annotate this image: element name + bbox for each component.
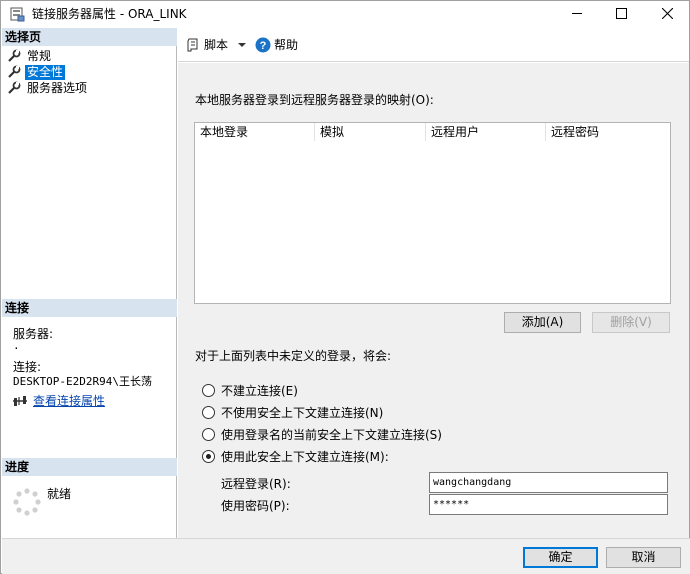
svg-text:?: ? (260, 40, 267, 52)
remote-login-label: 远程登录(R): (221, 477, 291, 491)
radio-circle[interactable] (202, 428, 215, 441)
radio-label: 使用此安全上下文建立连接(M): (221, 450, 389, 464)
window-title: 链接服务器属性 - ORA_LINK (32, 7, 187, 21)
maximize-icon (615, 7, 627, 19)
radio-current-security-context[interactable]: 使用登录名的当前安全上下文建立连接(S) (202, 426, 442, 443)
wrench-icon (8, 49, 21, 62)
page-item-label: 常规 (27, 48, 52, 63)
script-label: 脚本 (204, 38, 229, 52)
grid-header: 本地登录 模拟 远程用户 远程密码 (195, 123, 670, 141)
grid-col-local-login[interactable]: 本地登录 (195, 123, 315, 141)
script-button[interactable]: 脚本 (185, 36, 248, 53)
radio-circle[interactable] (202, 406, 215, 419)
view-connection-properties-link[interactable]: 查看连接属性 (33, 392, 105, 409)
password-label: 使用密码(P): (221, 499, 290, 513)
page-item-label: 服务器选项 (27, 80, 88, 95)
delete-button[interactable]: 删除(V) (592, 312, 670, 333)
radio-circle[interactable] (202, 384, 215, 397)
remote-login-input[interactable]: wangchangdang (429, 472, 668, 493)
wrench-icon (8, 65, 21, 78)
radio-this-security-context[interactable]: 使用此安全上下文建立连接(M): (202, 448, 389, 465)
wrench-icon (8, 81, 21, 94)
title-bar: 链接服务器属性 - ORA_LINK (1, 1, 689, 28)
select-page-header: 选择页 (2, 28, 177, 46)
view-connection-properties[interactable]: 查看连接属性 (12, 392, 105, 409)
page-item-security[interactable]: 安全性 (7, 64, 66, 80)
cancel-button[interactable]: 取消 (606, 547, 681, 568)
page-item-server-options[interactable]: 服务器选项 (7, 80, 89, 96)
minimize-button[interactable] (554, 1, 600, 25)
undefined-logins-label: 对于上面列表中未定义的登录，将会: (195, 349, 392, 363)
password-input[interactable]: ****** (429, 494, 668, 515)
close-button[interactable] (644, 1, 690, 25)
help-button[interactable]: ? 帮助 (255, 36, 298, 53)
mapping-label: 本地服务器登录到远程服务器登录的映射(O): (195, 93, 434, 107)
maximize-button[interactable] (598, 1, 644, 25)
toolbar: 脚本 ? 帮助 (178, 28, 689, 62)
page-item-label: 安全性 (25, 64, 66, 80)
grid-col-remote-password[interactable]: 远程密码 (546, 123, 670, 141)
radio-circle-checked[interactable] (202, 450, 215, 463)
chevron-down-icon[interactable] (236, 40, 248, 50)
footer-bar: 确定 取消 (2, 538, 690, 574)
minimize-icon (572, 13, 582, 14)
help-label: 帮助 (274, 38, 299, 52)
ok-button[interactable]: 确定 (523, 547, 598, 568)
radio-label: 不使用安全上下文建立连接(N) (221, 406, 384, 420)
connection-header: 连接 (2, 299, 177, 317)
grid-col-impersonate[interactable]: 模拟 (315, 123, 426, 141)
close-icon (661, 7, 673, 19)
security-page-content: 本地服务器登录到远程服务器登录的映射(O): 本地登录 模拟 远程用户 远程密码… (178, 63, 689, 538)
radio-not-be-made[interactable]: 不建立连接(E) (202, 382, 298, 399)
add-button[interactable]: 添加(A) (504, 312, 581, 333)
server-value: . (13, 339, 20, 352)
progress-header: 进度 (2, 458, 177, 476)
progress-status: 就绪 (47, 487, 72, 501)
grid-col-remote-user[interactable]: 远程用户 (426, 123, 546, 141)
radio-label: 不建立连接(E) (221, 384, 298, 398)
radio-without-security-context[interactable]: 不使用安全上下文建立连接(N) (202, 404, 383, 421)
app-icon (10, 7, 25, 22)
progress-spinner-icon (13, 488, 41, 516)
script-icon (187, 38, 198, 51)
dialog-window: 链接服务器属性 - ORA_LINK 选择页 常规 安全性 服务器选项 连接 服… (0, 0, 690, 574)
left-pane: 选择页 常规 安全性 服务器选项 连接 服务器: . 连接: DESKTOP-E… (2, 28, 177, 538)
radio-label: 使用登录名的当前安全上下文建立连接(S) (221, 428, 442, 442)
login-mapping-grid[interactable]: 本地登录 模拟 远程用户 远程密码 (194, 122, 671, 304)
connection-icon (13, 395, 27, 406)
connection-value: DESKTOP-E2D2R94\王长荡 (13, 375, 152, 388)
page-item-general[interactable]: 常规 (7, 48, 53, 64)
help-icon: ? (255, 37, 271, 52)
